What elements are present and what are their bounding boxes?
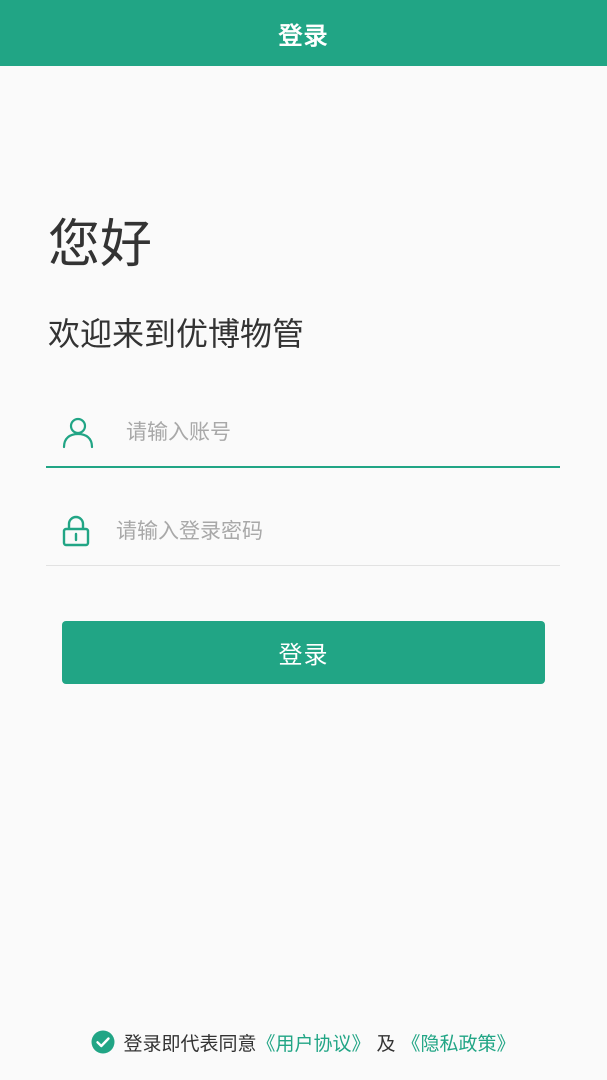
password-input[interactable] bbox=[116, 505, 560, 556]
login-button[interactable]: 登录 bbox=[62, 621, 545, 684]
account-input[interactable] bbox=[126, 407, 560, 457]
login-page: 登录 您好 欢迎来到优博物管 登录 登录即代 bbox=[0, 0, 607, 1080]
user-agreement-link[interactable]: 《用户协议》 bbox=[256, 1029, 370, 1056]
top-bar: 登录 bbox=[0, 0, 607, 66]
user-icon bbox=[60, 414, 96, 450]
agreement-prefix: 登录即代表同意 bbox=[123, 1032, 257, 1055]
agreement-row: 登录即代表同意 《用户协议》 及 《隐私政策》 bbox=[0, 1025, 607, 1059]
lock-icon bbox=[58, 513, 94, 549]
welcome-text: 欢迎来到优博物管 bbox=[48, 315, 305, 353]
password-field[interactable] bbox=[46, 496, 560, 566]
privacy-policy-link[interactable]: 《隐私政策》 bbox=[402, 1029, 516, 1056]
check-circle-icon[interactable] bbox=[91, 1030, 115, 1054]
greeting-text: 您好 bbox=[48, 215, 153, 275]
agreement-conjunction: 及 bbox=[376, 1032, 396, 1055]
page-title: 登录 bbox=[278, 21, 329, 50]
account-field[interactable] bbox=[46, 398, 560, 468]
